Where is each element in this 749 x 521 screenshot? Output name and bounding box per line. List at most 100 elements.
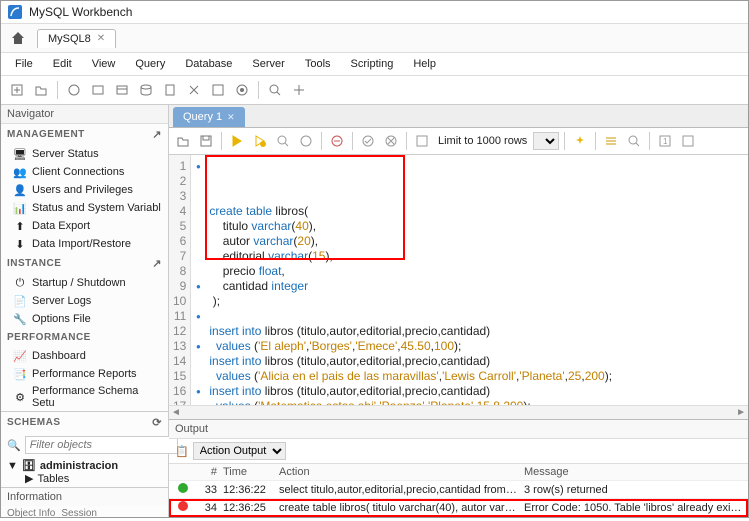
open-sql-icon[interactable] [31,80,51,100]
nav-client-connections[interactable]: 👥Client Connections [1,163,168,181]
editor-scrollbar[interactable]: ◄► [169,405,748,419]
close-icon[interactable]: ✕ [227,112,235,123]
commit-icon[interactable] [358,131,378,151]
separator [321,132,322,150]
information-header: Information [1,487,168,506]
invisible-chars-icon[interactable] [624,131,644,151]
logs-icon: 📄 [13,294,27,308]
snippets-icon[interactable] [678,131,698,151]
execute-current-icon[interactable] [250,131,270,151]
tool-icon-3[interactable] [112,80,132,100]
management-header: MANAGEMENT ↗ [1,124,168,145]
tab-session[interactable]: Session [61,508,97,519]
menu-server[interactable]: Server [244,55,292,73]
home-button[interactable] [7,28,29,48]
save-icon[interactable] [196,131,216,151]
tool-icon-8[interactable] [232,80,252,100]
tool-icon-9[interactable] [265,80,285,100]
import-icon: ⬇ [13,237,27,251]
menu-view[interactable]: View [84,55,124,73]
close-icon[interactable]: ✕ [97,33,105,44]
performance-header: PERFORMANCE [1,328,168,347]
output-menu-icon[interactable]: 📋 [175,445,189,458]
nav-server-status[interactable]: 🖥Server Status [1,145,168,163]
nav-dashboard[interactable]: 📈Dashboard [1,347,168,365]
menu-query[interactable]: Query [127,55,173,73]
separator [564,132,565,150]
tool-icon-1[interactable] [64,80,84,100]
new-sql-tab-icon[interactable] [7,80,27,100]
options-icon: 🔧 [13,312,27,326]
search-icon: 🔍 [7,439,21,452]
explain-icon[interactable] [273,131,293,151]
menu-edit[interactable]: Edit [45,55,80,73]
line-gutter: 1234567891011121314151617 [169,155,191,405]
limit-select[interactable] [533,132,559,150]
instance-header: INSTANCE ↗ [1,253,168,274]
separator [649,132,650,150]
output-type-select[interactable]: Action Output [193,442,286,460]
schema-filter-input[interactable] [25,436,178,454]
nav-server-logs[interactable]: 📄Server Logs [1,292,168,310]
collapse-icon[interactable]: ↗ [152,257,162,270]
output-label: Output [169,420,748,439]
nav-perf-reports[interactable]: 📑Performance Reports [1,365,168,383]
stop-icon[interactable] [296,131,316,151]
menu-file[interactable]: File [7,55,41,73]
expand-icon[interactable]: ▼ [7,460,18,472]
nav-perf-schema[interactable]: ⚙Performance Schema Setu [1,383,168,411]
nav-options-file[interactable]: 🔧Options File [1,310,168,328]
navigator-header: Navigator [1,105,168,124]
nav-startup-shutdown[interactable]: ⏻Startup / Shutdown [1,274,168,292]
toggle-icon-1[interactable] [327,131,347,151]
nav-data-export[interactable]: ⬆Data Export [1,217,168,235]
schema-db[interactable]: ▼🗄administracion [7,459,162,472]
menu-database[interactable]: Database [177,55,240,73]
nav-data-import[interactable]: ⬇Data Import/Restore [1,235,168,253]
tool-icon-6[interactable] [184,80,204,100]
tab-object-info[interactable]: Object Info [7,508,55,519]
open-file-icon[interactable] [173,131,193,151]
separator [57,81,58,99]
nav-users-privileges[interactable]: 👤Users and Privileges [1,181,168,199]
sql-editor[interactable]: 1234567891011121314151617 ●●●●● create t… [169,155,748,405]
instance-list: ⏻Startup / Shutdown 📄Server Logs 🔧Option… [1,274,168,328]
execute-icon[interactable] [227,131,247,151]
find-icon[interactable] [601,131,621,151]
autocommit-icon[interactable] [412,131,432,151]
menu-help[interactable]: Help [405,55,444,73]
beautify-icon[interactable] [570,131,590,151]
output-row-error[interactable]: 34 12:36:25 create table libros( titulo … [169,499,748,517]
collapse-icon[interactable]: ↗ [152,128,162,141]
output-row[interactable]: 33 12:36:22 select titulo,autor,editoria… [169,481,748,499]
separator [406,132,407,150]
separator [221,132,222,150]
nav-status-variables[interactable]: 📊Status and System Variabl [1,199,168,217]
schemas-header: SCHEMAS ⟳ [1,412,168,433]
separator [258,81,259,99]
tool-icon-2[interactable] [88,80,108,100]
schema-tables[interactable]: ▶Tables [7,472,162,485]
code-area[interactable]: create table libros( titulo varchar(40),… [205,155,616,405]
db-icon: 🗄 [22,459,36,472]
rollback-icon[interactable] [381,131,401,151]
expand-icon[interactable]: ▶ [25,472,33,485]
tool-icon-4[interactable] [136,80,156,100]
tool-icon-5[interactable] [160,80,180,100]
content-area: Query 1 ✕ Limit to 1000 rows [169,105,748,517]
navigator-panel: Navigator MANAGEMENT ↗ 🖥Server Status 👥C… [1,105,169,517]
schema-setup-icon: ⚙ [13,390,27,404]
query-tabs: Query 1 ✕ [169,105,748,128]
separator [352,132,353,150]
refresh-icon[interactable]: ⟳ [152,416,162,429]
status-ok-icon [178,483,188,493]
menu-scripting[interactable]: Scripting [343,55,402,73]
tool-icon-7[interactable] [208,80,228,100]
query-tab[interactable]: Query 1 ✕ [173,107,245,127]
menu-tools[interactable]: Tools [297,55,339,73]
separator [595,132,596,150]
connections-icon: 👥 [13,165,27,179]
connection-tab[interactable]: MySQL8 ✕ [37,29,116,48]
wrap-icon[interactable]: 1 [655,131,675,151]
tool-icon-10[interactable] [289,80,309,100]
